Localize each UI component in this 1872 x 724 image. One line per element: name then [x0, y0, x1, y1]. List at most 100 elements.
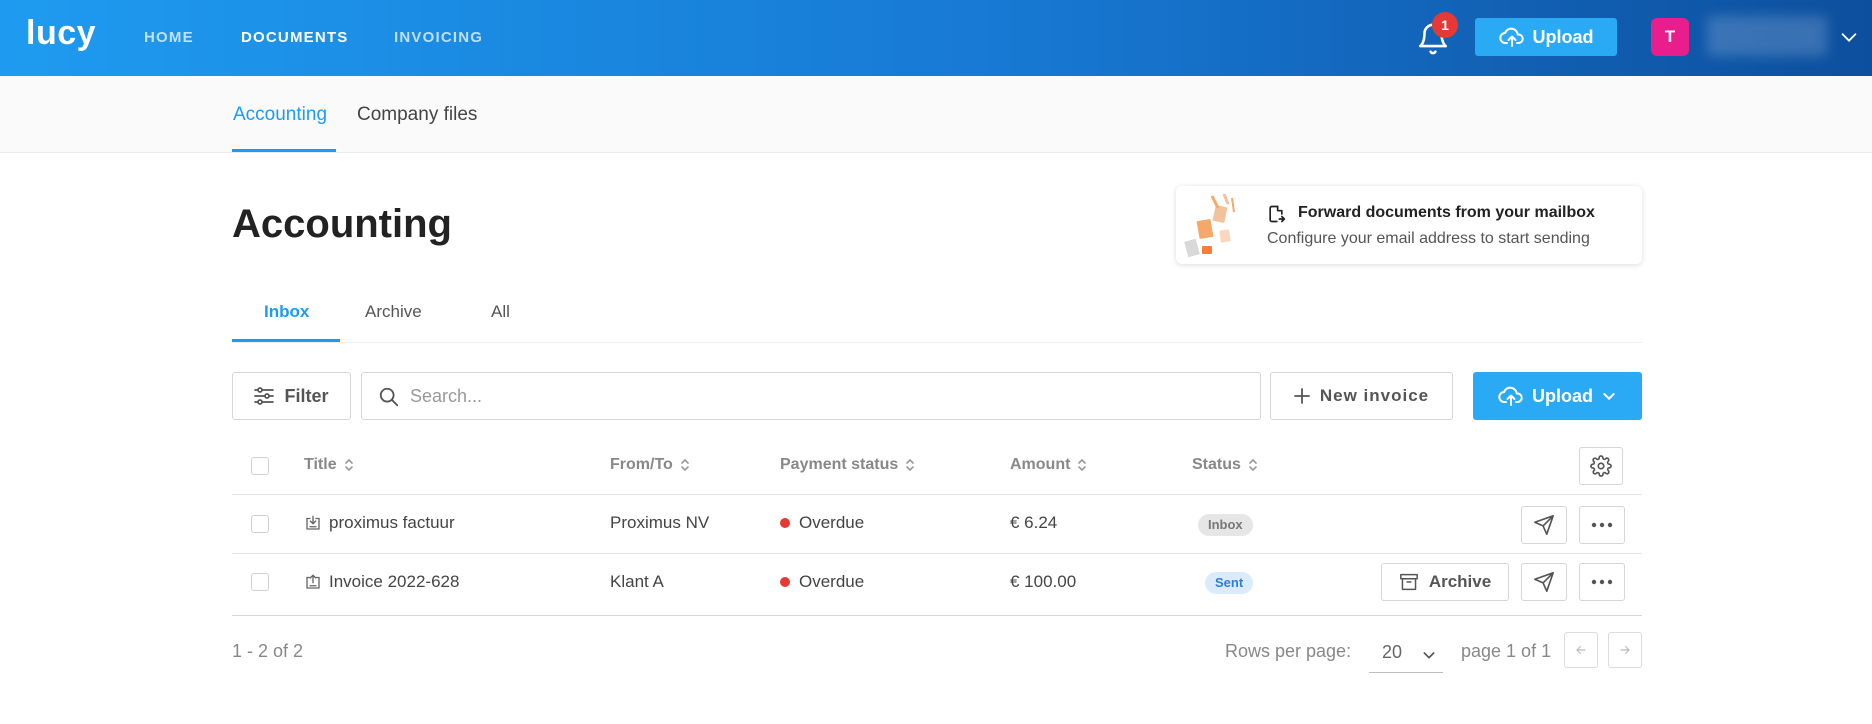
column-header-payment-status[interactable]: Payment status [780, 456, 916, 474]
header-upload-label: Upload [1532, 26, 1594, 47]
chevron-down-icon [1603, 393, 1615, 401]
table-divider [232, 553, 1642, 554]
overdue-dot [780, 576, 790, 587]
send-button[interactable] [1521, 563, 1567, 601]
page-title: Accounting [232, 202, 452, 246]
sort-icon [1249, 458, 1257, 472]
results-range: 1 - 2 of 2 [232, 641, 304, 661]
payment-status-label: Overdue [799, 572, 865, 591]
more-actions-button[interactable] [1579, 506, 1625, 544]
column-header-label: Payment status [780, 456, 899, 473]
column-header-title[interactable]: Title [304, 456, 355, 474]
forward-document-icon [1269, 205, 1286, 223]
cloud-upload-icon [1498, 386, 1523, 406]
status-badge: Inbox [1198, 514, 1253, 536]
previous-page-button[interactable] [1564, 632, 1598, 668]
paper-plane-icon [1534, 572, 1554, 592]
plus-icon [1293, 388, 1310, 404]
forward-card-subtitle: Configure your email address to start se… [1267, 230, 1590, 247]
sort-icon [906, 458, 915, 472]
new-invoice-button[interactable]: New invoice [1270, 372, 1453, 420]
row-from-to: Proximus NV [610, 513, 710, 532]
page-indicator: page 1 of 1 [1461, 641, 1552, 661]
sort-icon [1078, 458, 1087, 472]
tab-company-files[interactable]: Company files [357, 104, 477, 126]
rows-per-page-select[interactable]: 20 [1369, 631, 1443, 673]
app-logo[interactable]: lucy [26, 14, 96, 53]
status-badge: Sent [1205, 572, 1254, 594]
filter-label: Filter [284, 385, 329, 406]
next-page-button[interactable] [1608, 632, 1642, 668]
header-upload-button[interactable]: Upload [1475, 18, 1617, 56]
top-navigation-bar: lucy HOME DOCUMENTS INVOICING 1 Upload T [0, 0, 1872, 76]
row-checkbox[interactable] [251, 515, 269, 533]
sort-icon [681, 458, 689, 472]
nav-documents[interactable]: DOCUMENTS [241, 29, 348, 46]
search-field[interactable] [361, 372, 1261, 420]
archive-label: Archive [1428, 572, 1492, 591]
tab-accounting[interactable]: Accounting [233, 104, 327, 126]
row-payment-status: Overdue [780, 572, 864, 592]
paper-plane-icon [1534, 515, 1554, 535]
upload-label: Upload [1532, 385, 1593, 406]
forward-mailbox-card[interactable]: Forward documents from your mailbox Conf… [1176, 186, 1642, 264]
rows-per-page-value: 20 [1382, 642, 1403, 662]
more-actions-button[interactable] [1579, 563, 1625, 601]
table-row-title[interactable]: proximus factuur [304, 513, 455, 533]
avatar[interactable]: T [1651, 18, 1689, 56]
column-header-label: Amount [1010, 456, 1071, 473]
chevron-down-icon [1423, 652, 1435, 659]
cloud-upload-icon [1498, 27, 1524, 47]
upload-dropdown-button[interactable]: Upload [1473, 372, 1642, 420]
row-title: proximus factuur [329, 513, 455, 532]
column-header-from-to[interactable]: From/To [610, 456, 691, 474]
archive-button[interactable]: Archive [1381, 563, 1509, 601]
send-button[interactable] [1521, 506, 1567, 544]
select-all-checkbox[interactable] [251, 457, 269, 475]
column-header-label: Status [1192, 456, 1241, 473]
row-checkbox[interactable] [251, 573, 269, 591]
filter-button[interactable]: Filter [232, 372, 351, 420]
row-amount: € 100.00 [1010, 572, 1077, 591]
row-amount: € 6.24 [1010, 513, 1058, 532]
notification-badge: 1 [1432, 12, 1458, 38]
payment-status-label: Overdue [799, 513, 865, 532]
inbox-document-icon [306, 515, 320, 530]
gear-icon [1590, 455, 1612, 477]
sliders-icon [254, 387, 275, 405]
active-tab-indicator [232, 149, 336, 152]
table-divider [232, 494, 1642, 495]
more-horizontal-icon [1591, 522, 1613, 528]
new-invoice-label: New invoice [1319, 386, 1430, 405]
search-input[interactable] [410, 381, 1230, 411]
archive-box-icon [1399, 573, 1418, 591]
outbox-document-icon [306, 574, 320, 589]
column-header-amount[interactable]: Amount [1010, 456, 1088, 474]
row-from-to: Klant A [610, 572, 664, 591]
rows-per-page-label: Rows per page: [1225, 641, 1352, 661]
nav-invoicing[interactable]: INVOICING [394, 29, 483, 46]
nav-home[interactable]: HOME [144, 29, 194, 46]
arrow-right-icon [1620, 645, 1630, 655]
overdue-dot [780, 517, 790, 528]
column-header-label: Title [304, 456, 337, 473]
column-header-label: From/To [610, 456, 673, 473]
row-payment-status: Overdue [780, 513, 864, 533]
inner-tab-divider [232, 342, 1642, 343]
arrow-left-icon [1576, 645, 1586, 655]
column-header-status[interactable]: Status [1192, 456, 1259, 474]
column-settings-button[interactable] [1579, 447, 1623, 485]
forward-card-title: Forward documents from your mailbox [1298, 204, 1595, 221]
tab-archive[interactable]: Archive [365, 302, 422, 322]
more-horizontal-icon [1591, 579, 1613, 585]
table-row-title[interactable]: Invoice 2022-628 [304, 572, 459, 592]
table-bottom-border [232, 615, 1642, 616]
row-title: Invoice 2022-628 [329, 572, 460, 591]
mail-documents-illustration [1184, 193, 1235, 258]
chevron-down-icon[interactable] [1838, 26, 1860, 48]
user-name-redacted[interactable] [1707, 16, 1827, 56]
sort-icon [344, 458, 353, 472]
tab-all[interactable]: All [491, 302, 510, 322]
search-icon [379, 387, 399, 407]
tab-inbox[interactable]: Inbox [264, 302, 309, 322]
